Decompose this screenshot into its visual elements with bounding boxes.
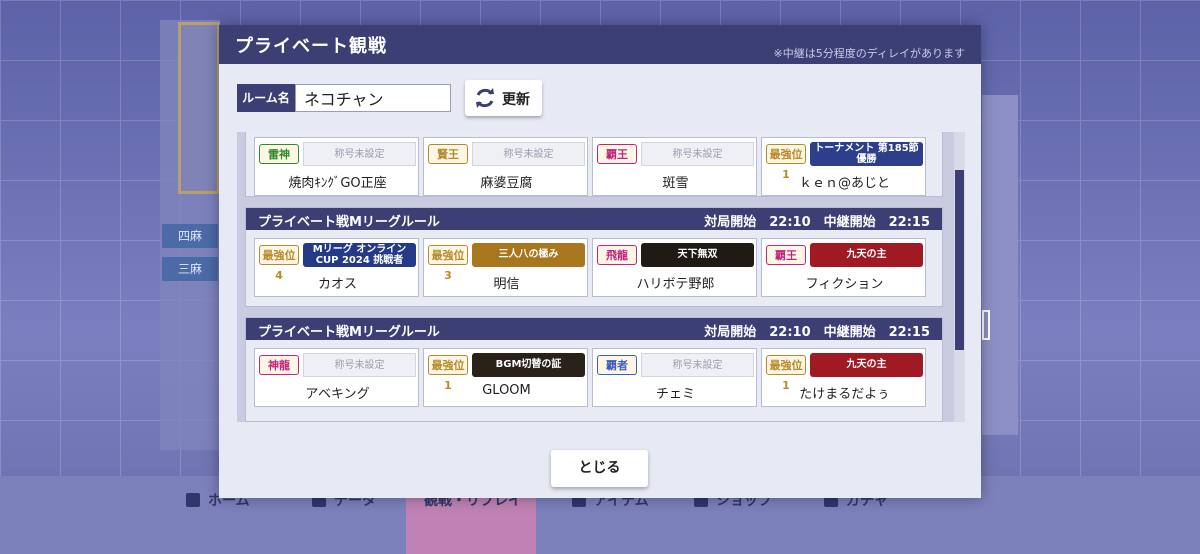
player-title: 三人八の極み (472, 243, 585, 267)
player-title: 称号未設定 (303, 142, 416, 166)
rank-badge: 最強位1 (766, 355, 806, 392)
rank-badge: 最強位3 (428, 245, 468, 282)
player-name: たけまるだよぅ (799, 387, 890, 402)
player-card[interactable]: 最強位1 九天の主たけまるだよぅ (761, 348, 926, 407)
player-card[interactable]: 覇王 称号未設定斑雪 (592, 137, 757, 196)
match-players: 最強位4 Mリーグ オンラインCUP 2024 挑戦者 カオス 最強位3 三人八の極み明… (250, 238, 940, 300)
player-name: 麻婆豆腐 (480, 176, 533, 191)
player-card[interactable]: 覇者 称号未設定チェミ (592, 348, 757, 407)
refresh-button[interactable]: 更新 (465, 80, 542, 116)
background-right-frame (982, 310, 990, 340)
player-card[interactable]: 最強位3 三人八の極み明信 (423, 238, 588, 297)
player-card[interactable]: 賢王 称号未設定麻婆豆腐 (423, 137, 588, 196)
mode-pill-3: 三麻 (162, 257, 218, 281)
player-title: 称号未設定 (641, 142, 754, 166)
rank-badge: 神龍 (259, 355, 299, 375)
player-card[interactable]: 最強位1 BGM切替の証 GLOOM (423, 348, 588, 407)
player-title: 九天の主 (810, 353, 923, 377)
match-list[interactable]: 雷神 称号未設定 焼肉ｷﾝｸﾞGO正座 賢王 称号未設定 麻婆豆腐 覇王 称号未設定 斑雪 最強位… (237, 132, 965, 422)
player-title: 称号未設定 (303, 353, 416, 377)
private-spectate-modal: プライベート観戦 ※中継は5分程度のディレイがあります ルーム名 更新 雷神称号… (219, 25, 981, 498)
player-card[interactable]: 最強位4 Mリーグ オンラインCUP 2024 挑戦者カオス (254, 238, 419, 297)
room-name-label: ルーム名 (237, 84, 295, 112)
player-card[interactable]: 雷神 称号未設定焼肉ｷﾝｸﾞGO正座 (254, 137, 419, 196)
match-group[interactable]: プライベート戦Mリーグルール 対局開始 22:10 中継開始 22:15 神龍 称号未… (245, 317, 943, 422)
player-name: フィクション (805, 277, 884, 292)
delay-note: ※中継は5分程度のディレイがあります (773, 47, 965, 60)
rank-badge: 最強位1 (766, 144, 806, 181)
player-title: Mリーグ オンラインCUP 2024 挑戦者 (303, 243, 416, 267)
player-title: 九天の主 (810, 243, 923, 267)
player-name: アベキング (305, 387, 370, 402)
match-group-header: プライベート戦Mリーグルール 対局開始 22:10 中継開始 22:15 (246, 208, 942, 230)
modal-header: プライベート観戦 ※中継は5分程度のディレイがあります (219, 25, 981, 64)
player-name: チェミ (655, 387, 695, 402)
modal-title: プライベート観戦 (235, 36, 387, 57)
rank-badge: 最強位1 (428, 355, 468, 392)
avatar (178, 22, 220, 194)
match-rule: プライベート戦Mリーグルール (258, 325, 440, 340)
rank-badge: 賢王 (428, 144, 468, 164)
player-name: 明信 (493, 277, 520, 292)
match-players: 雷神 称号未設定 焼肉ｷﾝｸﾞGO正座 賢王 称号未設定 麻婆豆腐 覇王 称号未設定 斑雪 最強位… (250, 137, 940, 199)
home-icon (186, 493, 200, 507)
rank-badge: 雷神 (259, 144, 299, 164)
rank-badge: 飛龍 (597, 245, 637, 265)
player-title: 天下無双 (641, 243, 754, 267)
background-right-panel (982, 95, 1018, 435)
player-name: GLOOM (482, 383, 531, 398)
match-times: 対局開始 22:10 中継開始 22:15 (704, 215, 930, 230)
player-card[interactable]: 神龍 称号未設定アベキング (254, 348, 419, 407)
refresh-label: 更新 (502, 92, 530, 108)
rank-badge: 最強位4 (259, 245, 299, 282)
player-title: トーナメント 第185節優勝 (810, 142, 923, 166)
room-name-input[interactable] (295, 84, 451, 112)
mode-pill-4: 四麻 (162, 224, 218, 248)
player-card[interactable]: 覇王 九天の主フィクション (761, 238, 926, 297)
scrollbar-thumb[interactable] (955, 170, 964, 350)
player-card[interactable]: 最強位1 トーナメント 第185節優勝 ｋｅｎ@あじと (761, 137, 926, 196)
player-name: カオス (317, 277, 357, 292)
rank-badge: 覇王 (766, 245, 806, 265)
match-rule: プライベート戦Mリーグルール (258, 215, 440, 230)
player-name: 焼肉ｷﾝｸﾞGO正座 (288, 176, 387, 191)
match-players: 神龍 称号未設定 アベキング 最強位1 BGM切替の証 GLOOM 覇者 称号未設定 チェミ 最強… (250, 348, 940, 410)
player-name: 斑雪 (662, 176, 689, 191)
match-group-header: プライベート戦Mリーグルール 対局開始 22:10 中継開始 22:15 (246, 318, 942, 340)
player-card[interactable]: 飛龍 天下無双ハリボテ野郎 (592, 238, 757, 297)
rank-badge: 覇王 (597, 144, 637, 164)
scrollbar[interactable] (954, 132, 965, 422)
player-title: BGM切替の証 (472, 353, 585, 377)
match-group[interactable]: 雷神 称号未設定 焼肉ｷﾝｸﾞGO正座 賢王 称号未設定 麻婆豆腐 覇王 称号未設定 斑雪 最強位… (245, 132, 943, 197)
rank-badge: 覇者 (597, 355, 637, 375)
player-name: ハリボテ野郎 (636, 277, 715, 292)
refresh-icon (476, 88, 494, 108)
close-button[interactable]: とじる (551, 450, 648, 487)
player-title: 称号未設定 (641, 353, 754, 377)
match-times: 対局開始 22:10 中継開始 22:15 (704, 325, 930, 340)
player-name: ｋｅｎ@あじと (798, 176, 890, 191)
match-group[interactable]: プライベート戦Mリーグルール 対局開始 22:10 中継開始 22:15 最強位4 M… (245, 207, 943, 307)
player-title: 称号未設定 (472, 142, 585, 166)
